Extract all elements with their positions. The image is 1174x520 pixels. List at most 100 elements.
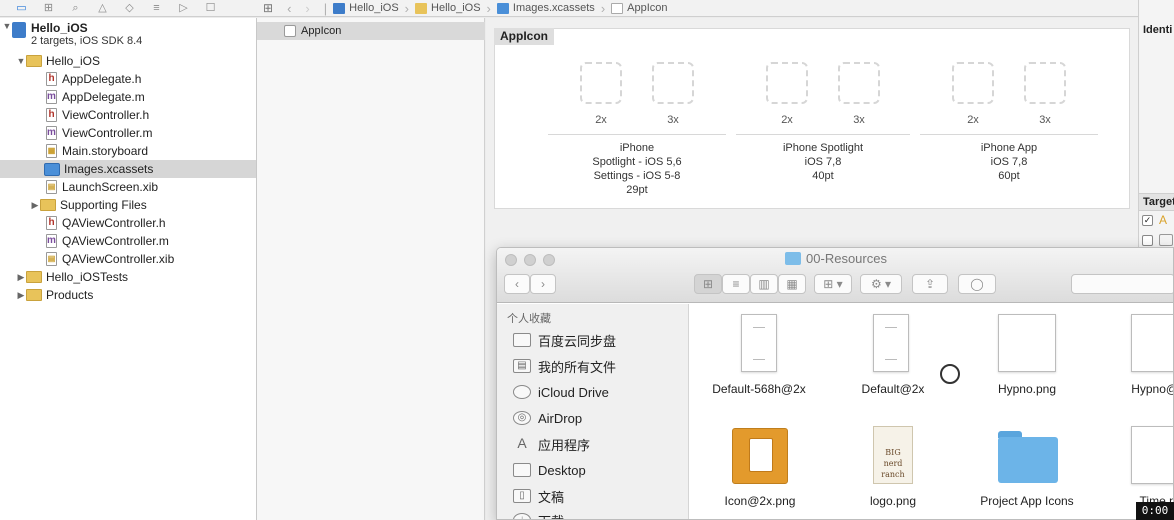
forward-button[interactable]: › <box>530 274 556 294</box>
folder-icon <box>26 289 42 301</box>
tags-button[interactable]: ◯ <box>958 274 996 294</box>
grid-icon[interactable]: ⊞ <box>263 1 273 15</box>
sidebar-item-label: 我的所有文件 <box>538 359 617 375</box>
file-name[interactable]: Icon@2x.png <box>690 494 830 508</box>
debug-list-icon[interactable]: ≡ <box>149 2 164 14</box>
search-field[interactable] <box>1071 274 1173 294</box>
icon-slot-29pt-3x[interactable] <box>652 62 694 104</box>
folder-icon <box>26 271 42 283</box>
file-name[interactable]: Default-568h@2x <box>689 382 829 396</box>
scale-label: 3x <box>1039 114 1051 126</box>
tree-item-label: Images.xcassets <box>64 162 154 176</box>
test-target-icon <box>1159 234 1173 246</box>
sidebar-item-label: AirDrop <box>538 410 583 426</box>
sidebar-item-baidu-sync[interactable]: 百度云同步盘 <box>513 330 616 350</box>
tree-item-qaviewcontroller-m[interactable]: m QAViewController.m <box>0 232 256 250</box>
icon-slot-29pt-2x[interactable] <box>580 62 622 104</box>
asset-item-label: AppIcon <box>301 25 342 37</box>
tree-item-hello-ios-group[interactable]: ▼ Hello_iOS <box>0 52 256 70</box>
breadcrumb-assets[interactable]: Images.xcassets <box>513 2 595 14</box>
project-root[interactable]: ▼ Hello_iOS 2 targets, iOS SDK 8.4 <box>0 21 256 53</box>
tree-item-qaviewcontroller-xib[interactable]: ▤ QAViewController.xib <box>0 250 256 268</box>
folder-icon[interactable]: ▭ <box>14 2 29 14</box>
file-thumbnail-time[interactable] <box>1131 426 1173 484</box>
forward-arrow-icon[interactable]: › <box>305 1 309 16</box>
breakpoint-tag-icon[interactable]: ▷ <box>176 2 191 14</box>
file-name[interactable]: Hypno@2x <box>1091 382 1173 396</box>
test-diamond-icon[interactable]: ◇ <box>122 2 137 14</box>
file-thumbnail-hypno[interactable] <box>998 314 1056 372</box>
log-message-icon[interactable]: ☐ <box>203 2 218 14</box>
sidebar-item-documents[interactable]: ▯ 文稿 <box>513 486 564 506</box>
tree-item-qaviewcontroller-h[interactable]: h QAViewController.h <box>0 214 256 232</box>
back-arrow-icon[interactable]: ‹ <box>287 1 291 16</box>
target-checkbox[interactable] <box>1142 235 1153 246</box>
warning-icon[interactable]: △ <box>95 2 110 14</box>
file-name[interactable]: Default@2x <box>823 382 963 396</box>
disclosure-closed-icon[interactable]: ▶ <box>16 290 26 301</box>
tree-item-viewcontroller-m[interactable]: m ViewController.m <box>0 124 256 142</box>
tree-item-supporting-files[interactable]: ▶ Supporting Files <box>0 196 256 214</box>
file-name[interactable]: Hypno.png <box>957 382 1097 396</box>
file-thumbnail-logo[interactable]: BIG nerd ranch <box>873 426 913 484</box>
share-button[interactable]: ⇪ <box>912 274 948 294</box>
icon-view-button[interactable]: ⊞ <box>694 274 722 294</box>
breadcrumb-chevron: › <box>404 0 410 16</box>
folder-thumbnail-project-app-icons[interactable] <box>998 437 1058 483</box>
tree-item-appdelegate-h[interactable]: h AppDelegate.h <box>0 70 256 88</box>
tree-item-hello-iostests[interactable]: ▶ Hello_iOSTests <box>0 268 256 286</box>
action-gear-button[interactable]: ⚙ ▾ <box>860 274 902 294</box>
icon-slot-60pt-2x[interactable] <box>952 62 994 104</box>
file-thumbnail-default[interactable] <box>873 314 909 372</box>
sidebar-item-label: 下载 <box>538 511 564 520</box>
file-name[interactable]: logo.png <box>823 494 963 508</box>
disclosure-open-icon[interactable]: ▼ <box>2 21 12 31</box>
tree-item-images-xcassets[interactable]: Images.xcassets <box>0 160 256 178</box>
cloud-icon <box>513 385 531 399</box>
sidebar-item-downloads[interactable]: ↓ 下载 <box>513 510 564 520</box>
target-checkbox-checked[interactable]: ✓ <box>1142 215 1153 226</box>
breadcrumb-group[interactable]: Hello_iOS <box>431 2 481 14</box>
group-label-line: 29pt <box>626 184 648 196</box>
tree-item-appdelegate-m[interactable]: m AppDelegate.m <box>0 88 256 106</box>
asset-set-list: AppIcon <box>257 18 485 520</box>
list-view-button[interactable]: ≡ <box>722 274 750 294</box>
arrange-menu-button[interactable]: ⊞ ▾ <box>814 274 852 294</box>
group-label-line: iPhone App <box>980 142 1038 154</box>
breadcrumb-appicon[interactable]: AppIcon <box>627 2 667 14</box>
sidebar-item-applications[interactable]: A 应用程序 <box>513 434 590 454</box>
sidebar-item-desktop[interactable]: Desktop <box>513 460 586 480</box>
tree-item-label: Supporting Files <box>60 198 147 212</box>
tree-item-launchscreen-xib[interactable]: ▤ LaunchScreen.xib <box>0 178 256 196</box>
separator: | <box>323 0 328 16</box>
sidebar-item-all-files[interactable]: ▤ 我的所有文件 <box>513 356 616 376</box>
icon-slot-60pt-3x[interactable] <box>1024 62 1066 104</box>
breadcrumb-project[interactable]: Hello_iOS <box>349 2 399 14</box>
tree-item-products[interactable]: ▶ Products <box>0 286 256 304</box>
search-icon[interactable]: ⌕ <box>68 2 83 14</box>
doc-line <box>753 359 765 360</box>
sidebar-item-airdrop[interactable]: ◎ AirDrop <box>513 408 582 428</box>
icon-slot-40pt-2x[interactable] <box>766 62 808 104</box>
scale-label: 2x <box>781 114 793 126</box>
disclosure-open-icon[interactable]: ▼ <box>16 56 26 66</box>
sidebar-item-icloud-drive[interactable]: iCloud Drive <box>513 382 609 402</box>
sidebar-item-label: iCloud Drive <box>538 384 609 400</box>
disclosure-closed-icon[interactable]: ▶ <box>30 200 40 211</box>
file-name[interactable]: Project App Icons <box>957 494 1097 508</box>
column-view-button[interactable]: ▥ <box>750 274 778 294</box>
asset-item-appicon[interactable]: AppIcon <box>257 22 485 40</box>
disclosure-closed-icon[interactable]: ▶ <box>16 272 26 283</box>
tree-item-main-storyboard[interactable]: ▦ Main.storyboard <box>0 142 256 160</box>
back-button[interactable]: ‹ <box>504 274 530 294</box>
cover-flow-button[interactable]: ▦ <box>778 274 806 294</box>
favorites-header: 个人收藏 <box>507 313 551 325</box>
file-thumbnail-hypno-2x[interactable] <box>1131 314 1173 372</box>
file-thumbnail-default-568h[interactable] <box>741 314 777 372</box>
doc-line <box>885 327 897 328</box>
storyboard-file-icon: ▦ <box>46 144 57 158</box>
icon-slot-40pt-3x[interactable] <box>838 62 880 104</box>
hierarchy-icon[interactable]: ⊞ <box>41 2 56 14</box>
file-thumbnail-icon[interactable] <box>732 428 788 484</box>
tree-item-viewcontroller-h[interactable]: h ViewController.h <box>0 106 256 124</box>
